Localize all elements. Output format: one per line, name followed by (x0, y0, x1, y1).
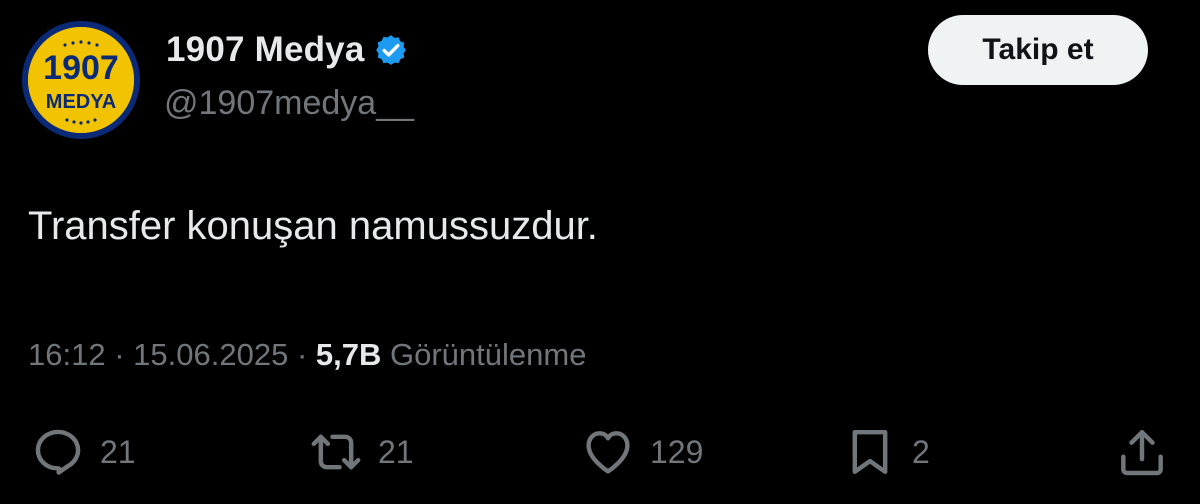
avatar-logo: 1907 MEDYA (28, 27, 134, 133)
repost-icon (311, 434, 361, 470)
like-button[interactable]: 129 (580, 424, 703, 480)
repost-button[interactable]: 21 (308, 424, 414, 480)
display-name[interactable]: 1907 Medya (166, 30, 365, 70)
account-handle[interactable]: @1907medya__ (164, 84, 414, 123)
reply-count: 21 (100, 433, 136, 470)
follow-button[interactable]: Takip et (928, 15, 1148, 85)
verified-badge-icon (375, 35, 406, 65)
views-label: Görüntülenme (390, 337, 587, 372)
tweet-meta: 16:12 · 15.06.2025 · 5,7B Görüntülenme (28, 337, 586, 373)
avatar-text-top: 1907 (43, 49, 119, 87)
share-button[interactable] (1114, 424, 1170, 480)
bookmark-count: 2 (912, 433, 930, 470)
meta-separator: · (296, 337, 308, 372)
avatar-text-bottom: MEDYA (46, 91, 116, 113)
bookmark-icon (852, 429, 888, 475)
repost-count: 21 (378, 433, 414, 470)
account-header: 1907 Medya (166, 30, 408, 70)
views-count[interactable]: 5,7B (316, 337, 381, 372)
reply-icon (35, 429, 81, 475)
like-count: 129 (650, 433, 704, 470)
tweet-date[interactable]: 15.06.2025 (133, 337, 288, 372)
heart-icon (586, 431, 630, 474)
avatar[interactable]: 1907 MEDYA (22, 21, 140, 139)
tweet-time[interactable]: 16:12 (28, 337, 106, 372)
bookmark-button[interactable]: 2 (842, 424, 930, 480)
meta-separator: · (114, 337, 125, 372)
share-icon (1121, 429, 1163, 476)
tweet-text: Transfer konuşan namussuzdur. (28, 204, 598, 248)
reply-button[interactable]: 21 (30, 424, 136, 480)
